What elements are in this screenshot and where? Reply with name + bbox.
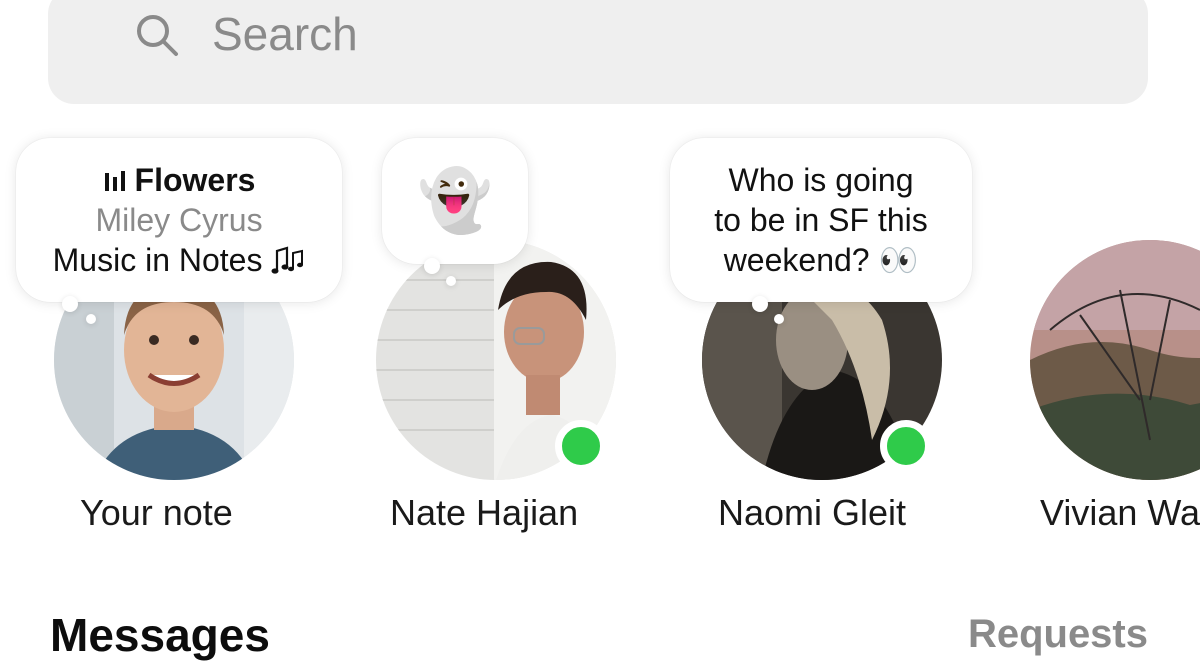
note-bubble-music[interactable]: Flowers Miley Cyrus Music in Notes	[16, 138, 342, 302]
avatar	[1030, 240, 1200, 480]
note-caption: Music in Notes	[52, 242, 263, 278]
online-indicator	[555, 420, 607, 472]
note-bubble-text[interactable]: Who is going to be in SF this weekend? 👀	[670, 138, 972, 302]
requests-link[interactable]: Requests	[968, 612, 1148, 657]
note-owner-name: Your note	[80, 492, 233, 533]
note-text-line: weekend? 👀	[723, 242, 919, 278]
online-indicator	[880, 420, 932, 472]
song-title: Flowers	[134, 162, 256, 198]
note-text-line: to be in SF this	[714, 202, 928, 238]
note-tail	[752, 296, 768, 312]
note-tail	[424, 258, 440, 274]
contact-name: Vivian Wa	[1040, 492, 1200, 533]
song-artist: Miley Cyrus	[95, 202, 263, 238]
music-notes-icon	[271, 246, 304, 274]
messages-heading: Messages	[50, 609, 270, 661]
search-input[interactable]	[212, 4, 1012, 64]
search-icon	[137, 15, 178, 56]
note-tail	[446, 276, 456, 286]
note-tail	[62, 296, 78, 312]
avatar-vivian[interactable]	[1030, 240, 1200, 480]
search-bar[interactable]	[48, 0, 1148, 104]
contact-name: Nate Hajian	[390, 492, 579, 533]
note-tail	[86, 314, 96, 324]
note-tail	[774, 314, 784, 324]
note-bubble-emoji[interactable]: 👻	[382, 138, 528, 264]
note-emoji: 👻	[417, 166, 493, 236]
contact-name: Naomi Gleit	[718, 492, 907, 533]
note-text-line: Who is going	[728, 162, 914, 198]
music-bars-icon	[104, 171, 125, 191]
messenger-screen: Your note Nate Hajian Nao	[0, 0, 1200, 667]
